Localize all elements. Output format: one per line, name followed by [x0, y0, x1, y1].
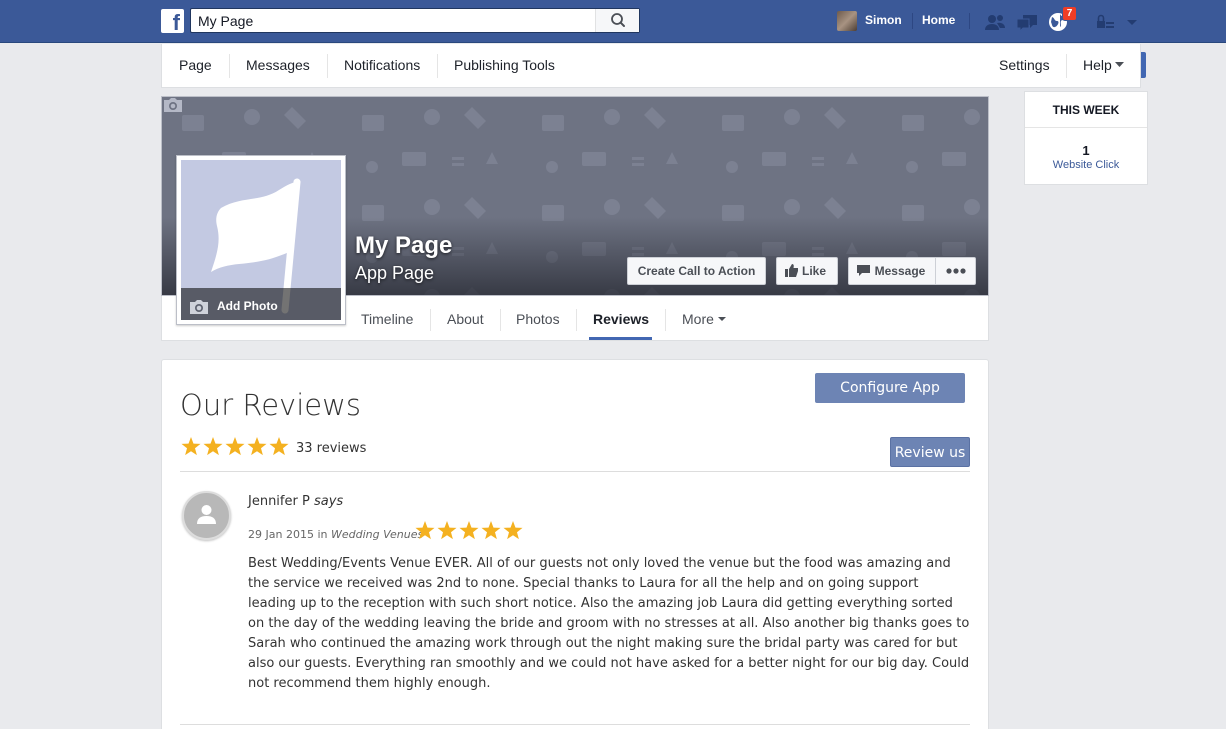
- this-week-panel: THIS WEEK 1 Website Click: [1024, 91, 1148, 185]
- tab-photos[interactable]: Photos: [516, 297, 560, 341]
- review-in-word: in: [317, 528, 328, 541]
- star-icon: [481, 521, 501, 540]
- privacy-lock-icon[interactable]: [1094, 11, 1118, 33]
- nav-page[interactable]: Page: [161, 44, 230, 87]
- review-text: Best Wedding/Events Venue EVER. All of o…: [248, 556, 970, 691]
- create-call-to-action-button[interactable]: Create Call to Action: [627, 257, 766, 285]
- active-tab-indicator: [589, 337, 652, 340]
- user-name-link[interactable]: Simon: [865, 13, 902, 27]
- search-button[interactable]: [595, 9, 639, 32]
- search-icon: [611, 13, 625, 27]
- home-link[interactable]: Home: [922, 13, 955, 27]
- notification-badge: 7: [1062, 6, 1077, 21]
- review-category: Wedding Venues: [330, 528, 424, 541]
- review-meta: 29 Jan 2015 in Wedding Venues: [248, 528, 423, 541]
- facebook-logo-icon[interactable]: f: [161, 9, 184, 33]
- topbar-divider: [912, 13, 913, 29]
- divider: [180, 724, 970, 725]
- camera-icon: [190, 300, 208, 314]
- message-icon: [857, 265, 870, 276]
- nav-accent: [1141, 52, 1146, 78]
- review-us-button[interactable]: Review us: [890, 437, 970, 467]
- message-label: Message: [874, 264, 926, 278]
- review-rating-stars: [415, 521, 523, 540]
- nav-publishing-tools[interactable]: Publishing Tools: [454, 44, 555, 87]
- nav-divider: [229, 54, 230, 78]
- tab-reviews[interactable]: Reviews: [593, 297, 649, 341]
- topbar-divider: [969, 13, 970, 29]
- add-photo-label: Add Photo: [217, 299, 278, 313]
- tab-divider: [665, 309, 666, 331]
- account-caret-icon[interactable]: [1121, 11, 1145, 33]
- author-name: Jennifer P: [248, 494, 310, 509]
- more-options-button[interactable]: [935, 257, 976, 285]
- cover-camera-icon[interactable]: [162, 97, 184, 113]
- reviews-title: Our Reviews: [180, 388, 361, 422]
- nav-divider: [437, 54, 438, 78]
- user-placeholder-icon: [197, 505, 216, 524]
- this-week-heading: THIS WEEK: [1025, 92, 1147, 128]
- configure-app-button[interactable]: Configure App: [815, 373, 965, 403]
- says-label: says: [313, 494, 344, 509]
- star-icon: [225, 437, 245, 456]
- star-icon: [437, 521, 457, 540]
- review-author: Jennifer P says: [248, 494, 343, 509]
- nav-notifications[interactable]: Notifications: [344, 44, 420, 87]
- tab-divider: [576, 309, 577, 331]
- review-date: 29 Jan 2015: [248, 528, 314, 541]
- like-label: Like: [801, 264, 826, 278]
- review-count: 33 reviews: [296, 441, 367, 456]
- search-box: [190, 8, 640, 33]
- reviewer-avatar: [182, 491, 231, 540]
- overall-rating-stars: [181, 437, 289, 456]
- nav-divider: [1066, 54, 1067, 78]
- nav-divider: [327, 54, 328, 78]
- page-category: App Page: [355, 263, 435, 283]
- search-input[interactable]: [191, 9, 595, 32]
- divider: [180, 471, 970, 472]
- tab-more[interactable]: More: [682, 297, 714, 341]
- messages-icon[interactable]: [1015, 11, 1039, 33]
- star-icon: [181, 437, 201, 456]
- user-avatar[interactable]: [837, 11, 857, 31]
- star-icon: [503, 521, 523, 540]
- tab-divider: [500, 309, 501, 331]
- nav-help[interactable]: Help: [1083, 44, 1112, 87]
- add-photo-button[interactable]: Add Photo: [181, 288, 341, 320]
- star-icon: [247, 437, 267, 456]
- chevron-down-icon: [1115, 62, 1124, 67]
- tab-about[interactable]: About: [447, 297, 484, 341]
- page-name[interactable]: My Page: [355, 232, 452, 260]
- ellipsis-icon: [945, 268, 966, 274]
- profile-picture[interactable]: Add Photo: [176, 155, 346, 325]
- nav-messages[interactable]: Messages: [246, 44, 310, 87]
- star-icon: [203, 437, 223, 456]
- nav-settings[interactable]: Settings: [999, 44, 1050, 87]
- star-icon: [415, 521, 435, 540]
- chevron-down-icon: [718, 317, 726, 321]
- thumbs-up-icon: [785, 264, 798, 277]
- friends-icon[interactable]: [983, 11, 1007, 33]
- star-icon: [269, 437, 289, 456]
- star-icon: [459, 521, 479, 540]
- tab-timeline[interactable]: Timeline: [361, 297, 413, 341]
- website-click-count: 1: [1082, 143, 1090, 158]
- tab-divider: [430, 309, 431, 331]
- website-click-label[interactable]: Website Click: [1025, 159, 1147, 171]
